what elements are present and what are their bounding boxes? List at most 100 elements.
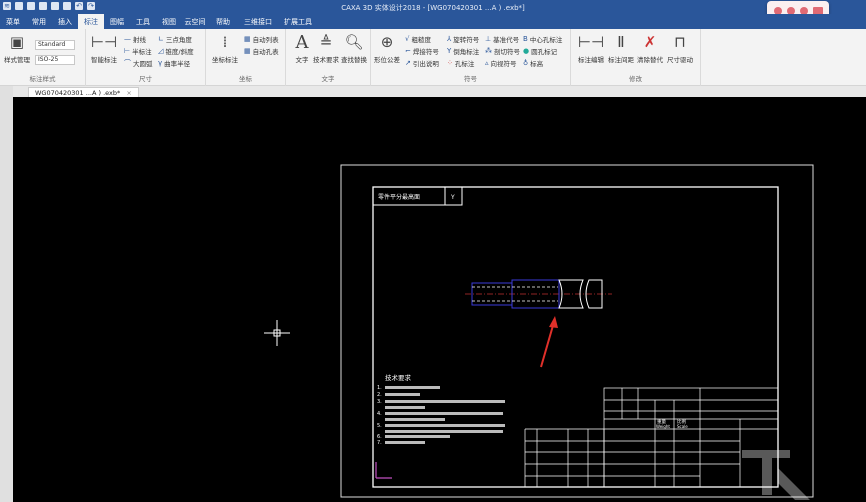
center-hole-icon: B — [523, 35, 528, 43]
weld-button[interactable]: ⌐ 焊接符号 — [405, 46, 439, 56]
elevation-icon: ♁ — [523, 59, 529, 67]
group-coord: ⁞ 坐标标注 ▦ 自动列表 ▦ 自动孔表 坐标 — [206, 29, 286, 86]
tab-annotate[interactable]: 标注 — [78, 14, 104, 29]
three-point-angle-button[interactable]: ∟ 三点角度 — [158, 34, 192, 44]
weld-icon: ⌐ — [405, 47, 411, 55]
clear-icon: ✗ — [643, 33, 657, 51]
document-tab-bar: WG070420301 ...A ) .exb* × — [0, 86, 866, 97]
style-manage-button[interactable]: ▣ 样式管理 — [1, 33, 33, 64]
label: 清除替代 — [637, 56, 663, 64]
clear-override-button[interactable]: ✗ 清除替代 — [634, 33, 666, 64]
tab-cloud[interactable]: 云空间 — [182, 14, 208, 29]
label: 大圆弧 — [133, 60, 153, 68]
label: 向视符号 — [490, 60, 517, 68]
table-icon: ▦ — [244, 35, 251, 43]
geo-tolerance-icon: ⊕ — [380, 33, 394, 51]
tab-menu[interactable]: 菜单 — [0, 14, 26, 29]
tab-help[interactable]: 帮助 — [208, 14, 238, 29]
chamfer-button[interactable]: Y 倒角标注 — [447, 46, 479, 56]
label: 焊接符号 — [412, 48, 439, 56]
rotate-symbol-button[interactable]: ⅄ 旋转符号 — [447, 34, 479, 44]
group-dim-style: ▣ 样式管理 Standard ISO-25 标注样式 — [0, 29, 86, 86]
label: 倒角标注 — [453, 48, 480, 56]
curvature-radius-button[interactable]: γ 曲率半径 — [158, 58, 190, 68]
smart-dim-button[interactable]: ⊢⊣ 智能标注 — [88, 33, 120, 64]
tab-insert[interactable]: 插入 — [52, 14, 78, 29]
tab-tools[interactable]: 工具 — [130, 14, 156, 29]
section-symbol-button[interactable]: ⁂ 剖切符号 — [485, 46, 520, 56]
label: 基准代号 — [493, 36, 520, 44]
tab-3d-interface[interactable]: 三维接口 — [238, 14, 278, 29]
label: 射线 — [133, 36, 146, 44]
style-manage-label: 样式管理 — [4, 56, 30, 64]
label: 标高 — [530, 60, 544, 68]
text-style-select[interactable]: Standard — [35, 40, 75, 50]
title-bar: ≋ ↶ ↷ CAXA 3D 实体设计2018 - [WG070420301 ..… — [0, 0, 866, 20]
scale-label-en: Scale — [677, 424, 688, 429]
ray-button[interactable]: — 射线 — [124, 34, 146, 44]
document-tab-label: WG070420301 ...A ) .exb* — [35, 89, 121, 97]
leader-button[interactable]: ↗ 引出说明 — [405, 58, 439, 68]
arc-icon: ⌒ — [124, 59, 131, 67]
document-tab[interactable]: WG070420301 ...A ) .exb* × — [28, 87, 139, 97]
label: 粗糙度 — [411, 36, 431, 44]
close-tab-icon[interactable]: × — [126, 89, 131, 97]
label: 圆孔标记 — [531, 48, 558, 56]
group-label: 修改 — [629, 75, 642, 83]
left-side-panel[interactable] — [0, 86, 13, 502]
ray-icon: — — [124, 35, 131, 43]
tech-req-item: 4. — [377, 411, 382, 417]
hole-icon: ⁘ — [447, 59, 453, 67]
half-dim-icon: ⊢ — [124, 47, 131, 55]
rotate-icon: ⅄ — [447, 35, 452, 43]
ribbon: ▣ 样式管理 Standard ISO-25 标注样式 ⊢⊣ 智能标注 — 射线 ⊢ 半… — [0, 29, 866, 86]
text-icon: A — [295, 31, 309, 53]
round-hole-mark-button[interactable]: ● 圆孔标记 — [523, 46, 557, 56]
label: 尺寸驱动 — [667, 56, 693, 64]
dim-spacing-button[interactable]: Ⅱ 标注间距 — [605, 33, 637, 64]
dim-style-select[interactable]: ISO-25 — [35, 55, 75, 65]
auto-list-button[interactable]: ▦ 自动列表 — [244, 34, 279, 44]
label: 曲率半径 — [164, 60, 191, 68]
dim-edit-button[interactable]: ⊢⊣ 标注编辑 — [575, 33, 607, 64]
roughness-button[interactable]: √ 粗糙度 — [405, 34, 431, 44]
sheet-border — [340, 164, 814, 498]
half-dim-button[interactable]: ⊢ 半标注 — [124, 46, 152, 56]
auto-hole-table-button[interactable]: ▦ 自动孔表 — [244, 46, 279, 56]
label: 技术要求 — [313, 56, 339, 64]
tab-sheet[interactable]: 图幅 — [104, 14, 130, 29]
label: 剖切符号 — [494, 48, 520, 56]
title-flag-text: Y — [450, 194, 455, 201]
group-label: 标注样式 — [29, 75, 56, 83]
coord-dim-button[interactable]: ⁞ 坐标标注 — [209, 33, 241, 64]
smart-dim-icon: ⊢⊣ — [90, 33, 118, 51]
part-drawing — [465, 279, 612, 309]
tab-common[interactable]: 常用 — [26, 14, 52, 29]
ucs-axis-icon — [375, 462, 392, 479]
tech-req-item: 5. — [377, 423, 382, 429]
group-modify: ⊢⊣ 标注编辑 Ⅱ 标注间距 ✗ 清除替代 ⊓ 尺寸驱动 修改 — [571, 29, 701, 86]
tech-req-item: 7. — [377, 440, 382, 446]
tech-req-item: 3. — [377, 399, 382, 405]
center-hole-button[interactable]: B 中心孔标注 — [523, 34, 562, 44]
elevation-button[interactable]: ♁ 标高 — [523, 58, 543, 68]
hole-dim-button[interactable]: ⁘ 孔标注 — [447, 58, 474, 68]
large-arc-button[interactable]: ⌒ 大圆弧 — [124, 58, 153, 68]
view-direction-button[interactable]: ▵ 向视符号 — [485, 58, 517, 68]
smart-dim-label: 智能标注 — [91, 56, 117, 64]
dim-drive-button[interactable]: ⊓ 尺寸驱动 — [664, 33, 696, 64]
geo-tolerance-button[interactable]: ⊕ 形位公差 — [371, 33, 403, 64]
label: 查找替换 — [341, 56, 367, 64]
find-replace-button[interactable]: 🔍︎ 查找替换 — [338, 33, 370, 64]
label: 形位公差 — [374, 56, 400, 64]
datum-button[interactable]: ⊥ 基准代号 — [485, 34, 519, 44]
tech-req-item: 1. — [377, 385, 382, 391]
taper-icon: ◿ — [158, 47, 164, 55]
drawing-canvas[interactable]: 零件平分最高面 Y 技术要求 1. 2. 3. 4. 5. 6. 7. 重量 W… — [13, 97, 866, 502]
drawing-frame — [372, 186, 779, 488]
tab-view[interactable]: 视图 — [156, 14, 182, 29]
taper-button[interactable]: ◿ 锥度/斜度 — [158, 46, 194, 56]
tab-extensions[interactable]: 扩展工具 — [278, 14, 318, 29]
window-title: CAXA 3D 实体设计2018 - [WG070420301 ...A ) .… — [341, 4, 525, 12]
watermark — [742, 450, 810, 500]
